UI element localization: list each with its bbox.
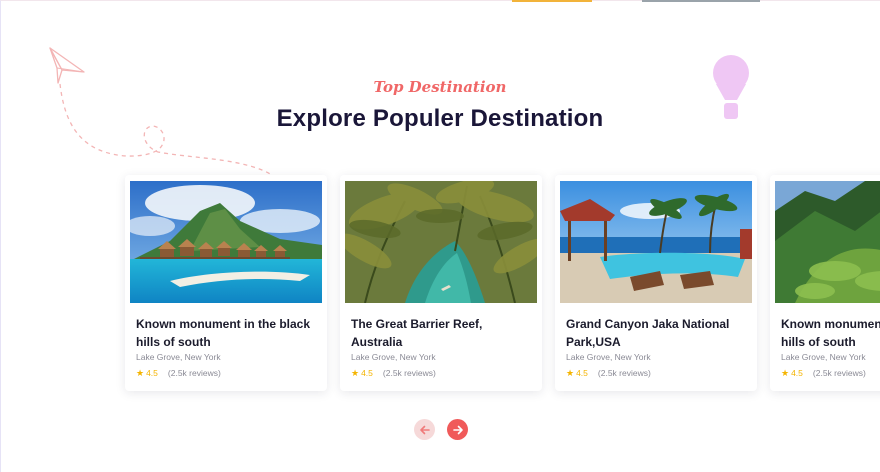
rating-score: 4.5 xyxy=(361,368,373,378)
star-icon: ★ xyxy=(136,368,145,378)
destination-card[interactable]: Known monument in the black hills of sou… xyxy=(770,175,880,391)
rating-row: ★ 4.5 (2.5k reviews) xyxy=(351,368,436,379)
destination-photo[interactable] xyxy=(775,181,880,303)
destination-name[interactable]: The Great Barrier Reef, Australia xyxy=(351,315,535,351)
destination-carousel: Known monument in the black hills of sou… xyxy=(0,0,880,472)
carousel-next-button[interactable] xyxy=(447,419,468,440)
destination-photo[interactable] xyxy=(130,181,322,303)
destination-card[interactable]: Grand Canyon Jaka National Park,USA Lake… xyxy=(555,175,757,391)
rating-score: 4.5 xyxy=(146,368,158,378)
destination-location: Lake Grove, New York xyxy=(781,352,866,362)
arrow-left-icon xyxy=(419,425,430,434)
rating-row: ★ 4.5 (2.5k reviews) xyxy=(781,368,866,379)
destination-name[interactable]: Known monument in the black hills of sou… xyxy=(781,315,880,351)
rating-row: ★ 4.5 (2.5k reviews) xyxy=(566,368,651,379)
review-count: (2.5k reviews) xyxy=(382,368,436,378)
destination-name[interactable]: Grand Canyon Jaka National Park,USA xyxy=(566,315,750,351)
carousel-prev-button[interactable] xyxy=(414,419,435,440)
star-icon: ★ xyxy=(781,368,790,378)
review-count: (2.5k reviews) xyxy=(812,368,866,378)
destination-name[interactable]: Known monument in the black hills of sou… xyxy=(136,315,320,351)
destination-photo[interactable] xyxy=(345,181,537,303)
rating-row: ★ 4.5 (2.5k reviews) xyxy=(136,368,221,379)
star-icon: ★ xyxy=(351,368,360,378)
destination-card[interactable]: Known monument in the black hills of sou… xyxy=(125,175,327,391)
destination-card[interactable]: The Great Barrier Reef, Australia Lake G… xyxy=(340,175,542,391)
rating-score: 4.5 xyxy=(791,368,803,378)
review-count: (2.5k reviews) xyxy=(597,368,651,378)
destination-location: Lake Grove, New York xyxy=(136,352,221,362)
destination-location: Lake Grove, New York xyxy=(566,352,651,362)
star-icon: ★ xyxy=(566,368,575,378)
destination-photo[interactable] xyxy=(560,181,752,303)
review-count: (2.5k reviews) xyxy=(167,368,221,378)
arrow-right-icon xyxy=(452,425,463,434)
rating-score: 4.5 xyxy=(576,368,588,378)
destination-location: Lake Grove, New York xyxy=(351,352,436,362)
